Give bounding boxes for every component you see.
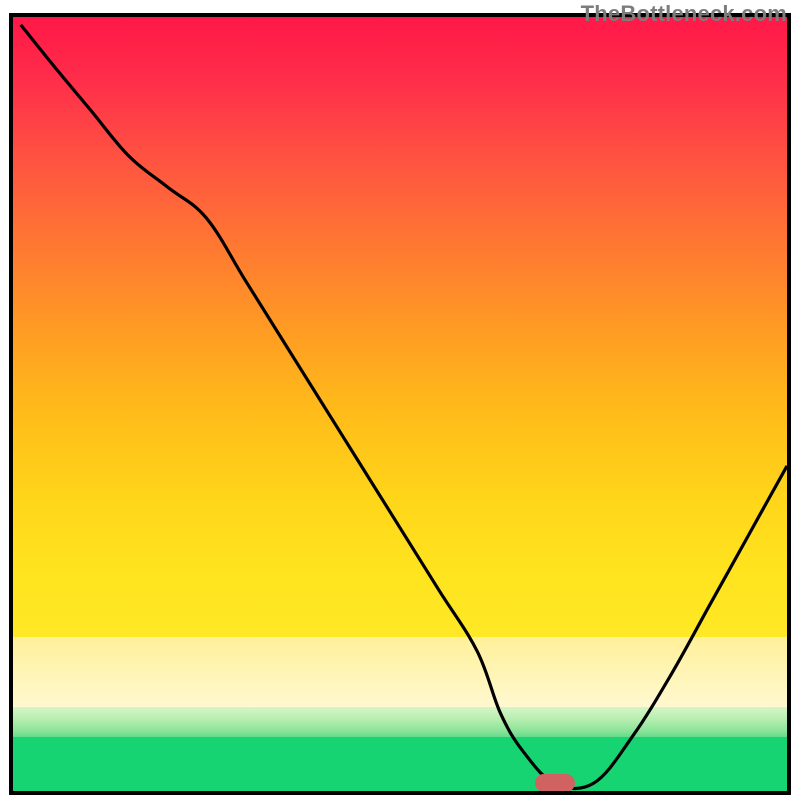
bottleneck-curve [13, 17, 787, 791]
chart-frame: TheBottleneck.com [9, 13, 791, 795]
optimal-marker [535, 774, 575, 791]
plot-area [13, 17, 787, 791]
watermark-text: TheBottleneck.com [581, 1, 787, 27]
